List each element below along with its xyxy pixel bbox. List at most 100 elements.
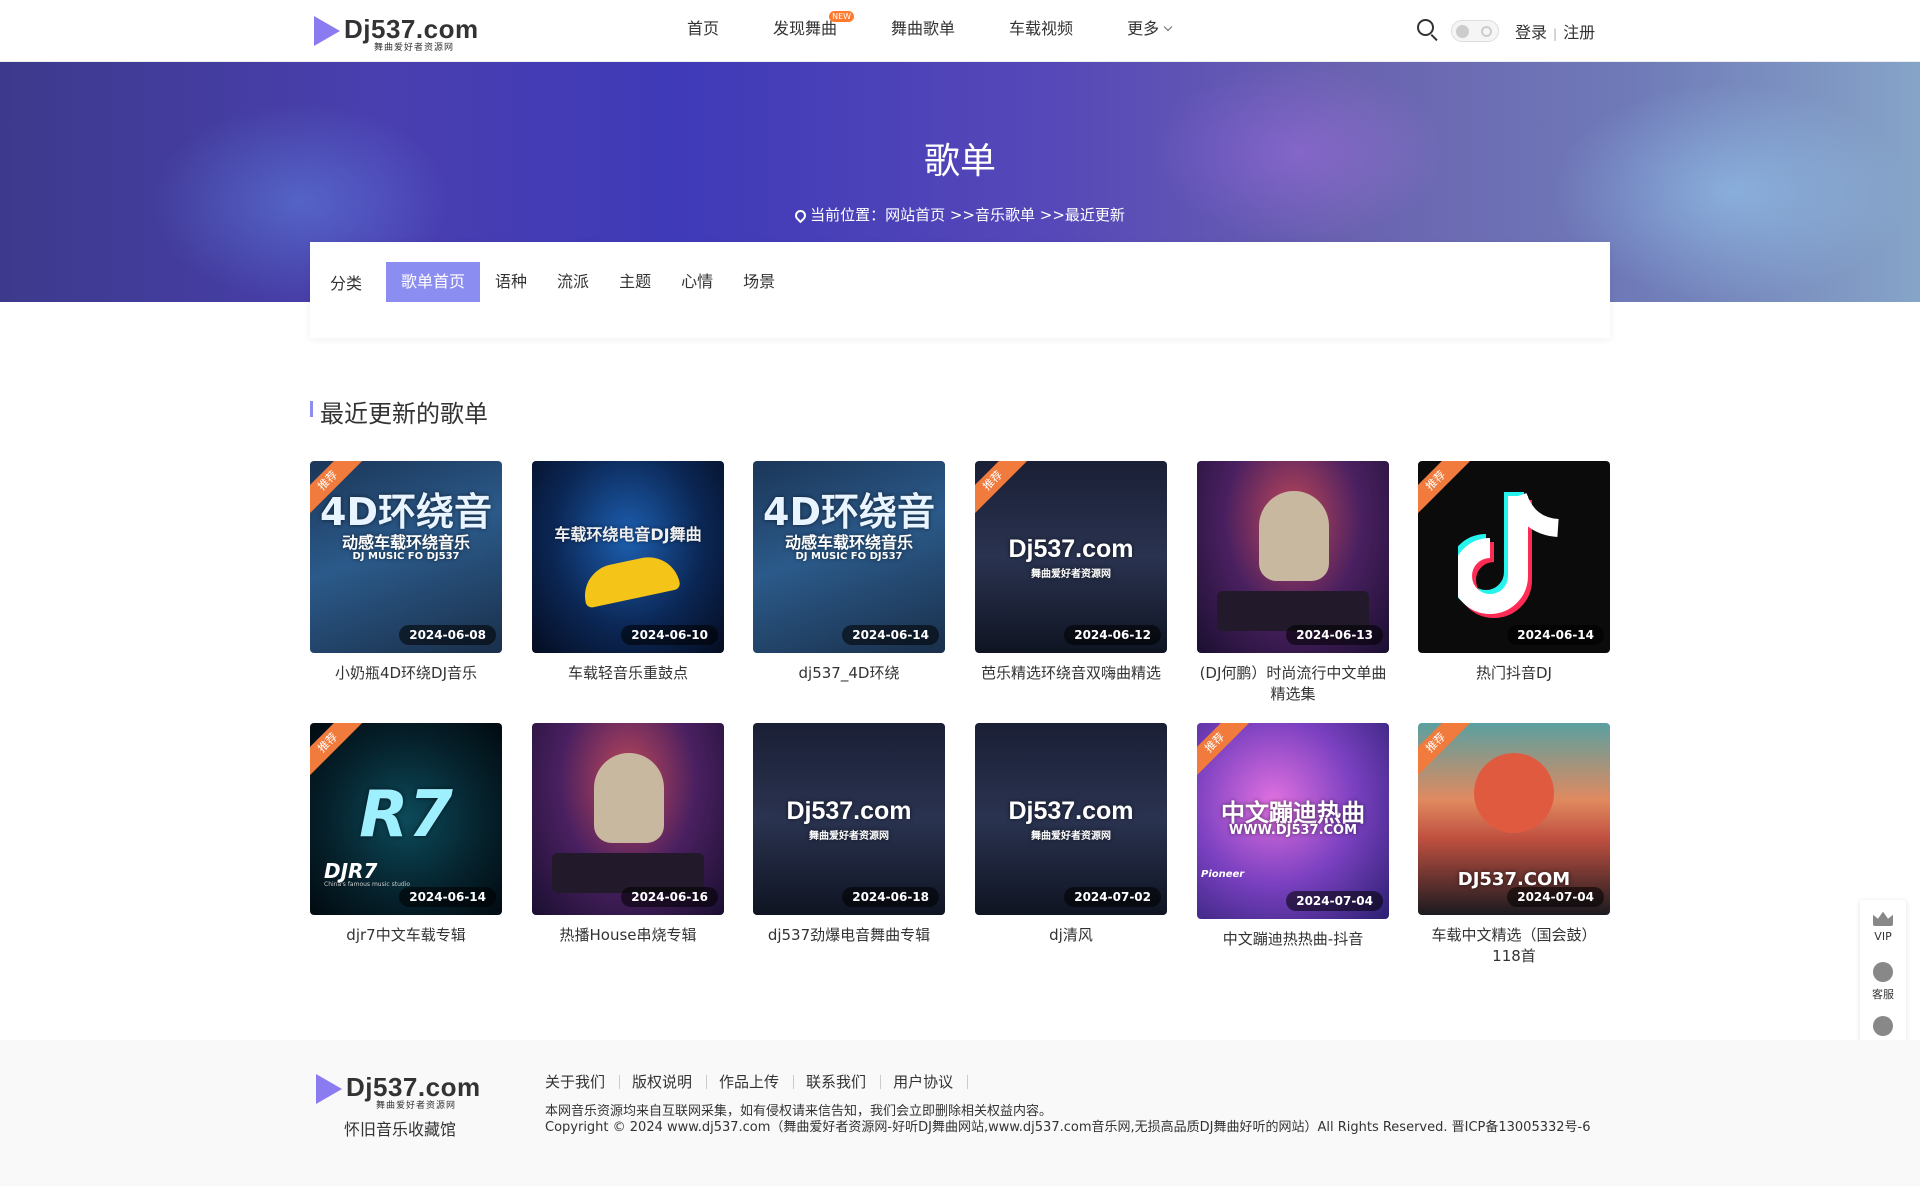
playlist-title[interactable]: djr7中文车载专辑: [310, 925, 502, 946]
playlist-cover[interactable]: 2024-06-16: [532, 723, 724, 915]
cover-title: Dj537.com: [1008, 797, 1134, 825]
wechat-icon: [1873, 1016, 1893, 1036]
cover-title: Dj537.com: [786, 797, 912, 825]
date-badge: 2024-06-13: [1286, 625, 1383, 645]
date-badge: 2024-07-04: [1507, 887, 1604, 907]
date-badge: 2024-06-14: [1507, 625, 1604, 645]
recommend-ribbon: 推荐: [310, 723, 364, 779]
playlist-title[interactable]: 热门抖音DJ: [1418, 663, 1610, 684]
main-nav: 首页 发现舞曲 NEW 舞曲歌单 车载视频 更多: [660, 0, 1198, 62]
tab-genre[interactable]: 流派: [542, 262, 604, 302]
playlist-title[interactable]: 小奶瓶4D环绕DJ音乐: [310, 663, 502, 684]
location-pin-icon: [792, 207, 809, 224]
chevron-down-icon: [1163, 22, 1173, 32]
cover-logo: R7: [359, 778, 453, 852]
playlist-cover[interactable]: Dj537.com 舞曲爱好者资源网 2024-07-02: [975, 723, 1167, 915]
cover-caption: DJ MUSIC FO DJ537: [352, 551, 460, 562]
cover-title: 4D环绕音: [320, 490, 492, 534]
playlist-title[interactable]: dj清风: [975, 925, 1167, 946]
breadcrumb-text[interactable]: 当前位置：网站首页 >>音乐歌单 >>最近更新: [810, 206, 1125, 224]
support-icon: [1873, 962, 1893, 982]
logo-subtitle: 舞曲爱好者资源网: [376, 1101, 457, 1111]
cover-subtitle: 动感车载环绕音乐: [341, 533, 470, 552]
cover-title: 4D环绕音: [763, 490, 935, 534]
playlist-title[interactable]: dj537_4D环绕: [753, 663, 945, 684]
tab-mood[interactable]: 心情: [666, 262, 728, 302]
playlist-cover[interactable]: DJ537.COM 推荐 2024-07-04: [1418, 723, 1610, 915]
footer-link-upload[interactable]: 作品上传: [719, 1075, 795, 1090]
nav-item-car-video[interactable]: 车载视频: [982, 0, 1100, 62]
cat-dj-image: [1259, 491, 1329, 581]
search-icon[interactable]: [1417, 19, 1439, 42]
nav-item-discover[interactable]: 发现舞曲 NEW: [746, 0, 864, 62]
footer-link-contact[interactable]: 联系我们: [806, 1075, 882, 1090]
playlist-title[interactable]: 芭乐精选环绕音双嗨曲精选: [975, 663, 1167, 684]
playlist-cover[interactable]: 4D环绕音 动感车载环绕音乐 DJ MUSIC FO DJ537 推荐 2024…: [310, 461, 502, 653]
cover-title: DJR7: [324, 859, 378, 883]
theme-toggle[interactable]: [1451, 20, 1499, 42]
playlist-cover[interactable]: 车载环绕电音DJ舞曲 2024-06-10: [532, 461, 724, 653]
playlist-cover[interactable]: 推荐 2024-06-14: [1418, 461, 1610, 653]
site-footer: Dj537.com 舞曲爱好者资源网 怀旧音乐收藏馆 关于我们 版权说明 作品上…: [0, 1040, 1920, 1186]
service-button[interactable]: 客服: [1860, 962, 1906, 1002]
recommend-ribbon: 推荐: [1418, 723, 1472, 779]
date-badge: 2024-06-08: [399, 625, 496, 645]
cover-subtitle: 舞曲爱好者资源网: [1031, 569, 1111, 580]
auth-links: 登录 | 注册: [1515, 19, 1595, 43]
playlist-title[interactable]: 车载轻音乐重鼓点: [532, 663, 724, 684]
footer-slogan: 怀旧音乐收藏馆: [344, 1120, 457, 1139]
section-title: 最近更新的歌单: [320, 400, 488, 428]
register-link[interactable]: 注册: [1563, 23, 1595, 42]
cover-title: Dj537.com: [1008, 535, 1134, 563]
date-badge: 2024-06-18: [842, 887, 939, 907]
footer-link-copyright[interactable]: 版权说明: [632, 1075, 708, 1090]
playlist-cover[interactable]: 4D环绕音 动感车载环绕音乐 DJ MUSIC FO DJ537 2024-06…: [753, 461, 945, 653]
cover-caption: DJ MUSIC FO DJ537: [795, 551, 903, 562]
playlist-cover[interactable]: 2024-06-13: [1197, 461, 1389, 653]
nav-item-more[interactable]: 更多: [1100, 0, 1198, 62]
playlist-cover[interactable]: Dj537.com 舞曲爱好者资源网 2024-06-18: [753, 723, 945, 915]
playlist-cover[interactable]: Dj537.com 舞曲爱好者资源网 推荐 2024-06-12: [975, 461, 1167, 653]
playlist-cover[interactable]: R7 DJR7 China's famous music studio 推荐 2…: [310, 723, 502, 915]
date-badge: 2024-07-04: [1286, 891, 1383, 911]
nav-item-home[interactable]: 首页: [660, 0, 746, 62]
sun-image: [1474, 753, 1554, 833]
cover-subtitle: 舞曲爱好者资源网: [1031, 831, 1111, 842]
date-badge: 2024-07-02: [1064, 887, 1161, 907]
footer-link-agreement[interactable]: 用户协议: [893, 1075, 969, 1090]
tab-playlist-home[interactable]: 歌单首页: [386, 262, 481, 302]
site-logo[interactable]: Dj537.com 舞曲爱好者资源网: [314, 12, 494, 53]
auth-separator: |: [1553, 27, 1558, 41]
logo-play-icon: [316, 1074, 342, 1104]
tab-theme[interactable]: 主题: [604, 262, 666, 302]
page-title: 歌单: [923, 141, 996, 182]
footer-links: 关于我们 版权说明 作品上传 联系我们 用户协议: [545, 1075, 980, 1090]
playlist-cover[interactable]: 中文蹦迪热曲 WWW.DJ537.COM Pioneer 推荐 2024-07-…: [1197, 723, 1389, 919]
site-header: Dj537.com 舞曲爱好者资源网 首页 发现舞曲 NEW 舞曲歌单 车载视频 …: [0, 0, 1920, 62]
tab-language[interactable]: 语种: [480, 262, 542, 302]
cover-subtitle: 舞曲爱好者资源网: [809, 831, 889, 842]
playlist-title[interactable]: dj537劲爆电音舞曲专辑: [753, 925, 945, 946]
cat-dj-image: [594, 753, 664, 843]
playlist-title[interactable]: 热播House串烧专辑: [532, 925, 724, 946]
logo-play-icon: [314, 16, 340, 46]
footer-link-about[interactable]: 关于我们: [545, 1075, 621, 1090]
footer-disclaimer: 本网音乐资源均来自互联网采集，如有侵权请来信告知，我们会立即删除相关权益内容。: [545, 1104, 1053, 1119]
section-accent-bar: [310, 401, 313, 417]
footer-logo[interactable]: Dj537.com 舞曲爱好者资源网: [316, 1070, 496, 1111]
vip-button[interactable]: VIP: [1860, 910, 1906, 943]
category-filter: 分类 歌单首页 语种 流派 主题 心情 场景: [310, 242, 1610, 338]
vip-label: VIP: [1874, 930, 1892, 943]
tiktok-logo-icon: [1448, 486, 1570, 626]
cover-subtitle: China's famous music studio: [324, 881, 411, 888]
new-badge: NEW: [829, 11, 855, 22]
footer-note: 本网音乐资源均来自互联网采集，如有侵权请来信告知，我们会立即删除相关权益内容。 …: [545, 1104, 1605, 1136]
recommend-ribbon: 推荐: [1197, 723, 1251, 779]
playlist-title[interactable]: (DJ何鹏）时尚流行中文单曲精选集: [1197, 663, 1389, 705]
nav-item-playlists[interactable]: 舞曲歌单: [864, 0, 982, 62]
login-link[interactable]: 登录: [1515, 23, 1547, 42]
tab-scene[interactable]: 场景: [728, 262, 790, 302]
playlist-title[interactable]: 车载中文精选（国会鼓）118首: [1418, 925, 1610, 967]
playlist-title[interactable]: 中文蹦迪热热曲-抖音: [1197, 929, 1389, 950]
date-badge: 2024-06-14: [842, 625, 939, 645]
